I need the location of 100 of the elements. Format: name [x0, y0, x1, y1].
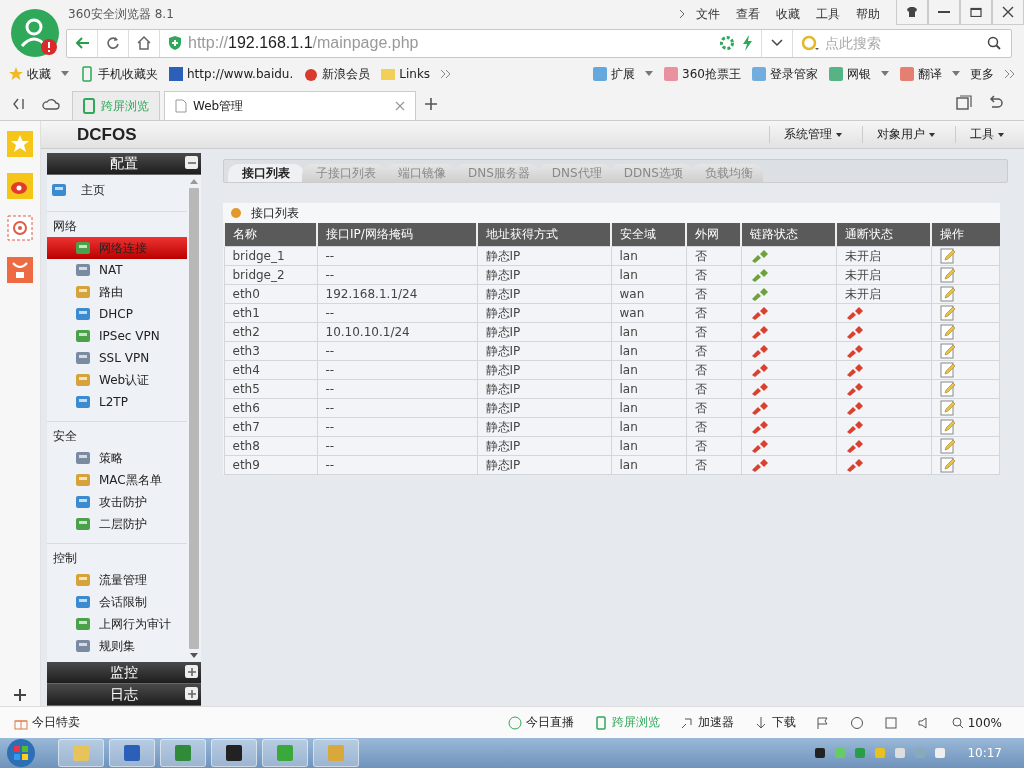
menu-item[interactable]: 收藏: [776, 5, 800, 23]
caret-icon[interactable]: [952, 71, 960, 77]
tray-icon[interactable]: [813, 746, 828, 760]
edit-icon[interactable]: [939, 305, 956, 321]
address-bar[interactable]: http://192.168.1.1/mainpage.php 点此搜索: [66, 28, 1012, 58]
bookmark-item[interactable]: 收藏: [8, 65, 51, 83]
edit-icon[interactable]: [939, 324, 956, 340]
app-menu[interactable]: 工具: [955, 126, 1018, 143]
nav-item[interactable]: MAC黑名单: [47, 469, 187, 491]
close-tab-icon[interactable]: [395, 101, 405, 111]
scrollbar-thumb[interactable]: [189, 188, 199, 649]
edit-icon[interactable]: [939, 267, 956, 283]
status-item[interactable]: 加速器: [679, 714, 734, 731]
nav-item[interactable]: 上网行为审计: [47, 613, 187, 635]
bookmark-item[interactable]: Links: [380, 66, 431, 82]
app-menu[interactable]: 对象用户: [862, 126, 949, 143]
collapse-button[interactable]: [185, 687, 198, 700]
add-icon[interactable]: [13, 688, 27, 702]
mail-button[interactable]: [7, 215, 33, 241]
new-tab-icon[interactable]: [424, 97, 438, 111]
nav-item[interactable]: IPSec VPN: [47, 325, 187, 347]
lightning-icon[interactable]: [741, 35, 753, 51]
toolbar-item[interactable]: 网银: [828, 65, 871, 83]
nav-item[interactable]: 流量管理: [47, 569, 187, 591]
double-chevron-icon[interactable]: [440, 69, 453, 79]
nav-item[interactable]: NAT: [47, 259, 187, 281]
menu-item[interactable]: 查看: [736, 5, 760, 23]
bookmark-item[interactable]: 手机收藏夹: [79, 65, 158, 83]
caret-icon[interactable]: [61, 71, 69, 77]
caret-icon[interactable]: [881, 71, 889, 77]
app-menu[interactable]: 系统管理: [769, 126, 856, 143]
url-text[interactable]: http://192.168.1.1/mainpage.php: [188, 34, 719, 52]
edit-icon[interactable]: [939, 343, 956, 359]
bookmark-item[interactable]: 新浪会员: [303, 65, 371, 83]
menu-item[interactable]: 工具: [816, 5, 840, 23]
edit-icon[interactable]: [939, 419, 956, 435]
windows-icon[interactable]: [956, 95, 972, 111]
square-icon[interactable]: [883, 715, 898, 730]
scroll-down-icon[interactable]: [190, 653, 198, 658]
nav-item[interactable]: L2TP: [47, 391, 187, 413]
page-tab[interactable]: 接口列表: [228, 164, 304, 182]
nav-item[interactable]: 策略: [47, 447, 187, 469]
edit-icon[interactable]: [939, 248, 956, 264]
panel-header[interactable]: 监控: [47, 662, 201, 684]
minimize-button[interactable]: [928, 0, 960, 25]
edit-icon[interactable]: [939, 286, 956, 302]
menu-item[interactable]: 帮助: [856, 5, 880, 23]
nav-item[interactable]: 攻击防护: [47, 491, 187, 513]
flag-icon[interactable]: [815, 715, 830, 730]
close-button[interactable]: [992, 0, 1024, 25]
chevron-icon[interactable]: [678, 8, 686, 20]
table-cell: eth5: [224, 379, 317, 399]
edit-icon[interactable]: [939, 381, 956, 397]
taskbar-app[interactable]: [211, 739, 257, 767]
bookmark-item[interactable]: http://www.baidu.: [168, 66, 294, 82]
panel-header[interactable]: 日志: [47, 684, 201, 706]
cloud-icon[interactable]: [42, 97, 60, 111]
nav-item[interactable]: 规则集: [47, 635, 187, 657]
toolbar-item[interactable]: 登录管家: [751, 65, 818, 83]
nav-item[interactable]: 二层防护: [47, 513, 187, 535]
user-avatar[interactable]: [10, 8, 60, 58]
refresh-ring-icon[interactable]: [719, 35, 735, 51]
nav-item[interactable]: 路由: [47, 281, 187, 303]
status-item[interactable]: 今日特卖: [14, 714, 80, 731]
discount-button[interactable]: [7, 257, 33, 283]
double-chevron-icon[interactable]: [1004, 69, 1016, 79]
collapse-button[interactable]: [185, 665, 198, 678]
panel-header[interactable]: 配置: [47, 153, 201, 175]
toolbar-item[interactable]: 360抢票王: [663, 65, 741, 83]
menu-item[interactable]: 文件: [696, 5, 720, 23]
nav-item[interactable]: 会话限制: [47, 591, 187, 613]
nav-item[interactable]: 主页: [47, 177, 187, 203]
nav-item[interactable]: Web认证: [47, 369, 187, 391]
start-button[interactable]: [6, 738, 36, 768]
edit-icon[interactable]: [939, 438, 956, 454]
table-cell: --: [317, 246, 477, 266]
bookmark-icon: [8, 66, 24, 82]
nav-item[interactable]: SSL VPN: [47, 347, 187, 369]
zoom-level[interactable]: 100%: [951, 715, 1002, 730]
status-item[interactable]: 下载: [753, 714, 796, 731]
browser-icon[interactable]: [849, 715, 864, 730]
nav-item[interactable]: DHCP: [47, 303, 187, 325]
scroll-up-icon[interactable]: [190, 179, 198, 184]
toolbar-item[interactable]: 更多: [970, 65, 994, 83]
undo-icon[interactable]: [988, 95, 1004, 111]
sidebar-toggle-icon[interactable]: [12, 97, 26, 111]
dropdown-caret-icon[interactable]: [770, 38, 784, 48]
skin-button[interactable]: [896, 0, 928, 25]
collapse-button[interactable]: [185, 156, 198, 169]
toolbar-item[interactable]: 扩展: [592, 65, 636, 83]
search-field[interactable]: 点此搜索: [823, 34, 985, 52]
browser-tab[interactable]: Web管理: [164, 91, 416, 120]
status-item[interactable]: 今日直播: [507, 714, 574, 731]
edit-icon[interactable]: [939, 400, 956, 416]
maximize-button[interactable]: [960, 0, 992, 25]
search-icon[interactable]: [987, 36, 1001, 50]
edit-icon[interactable]: [939, 457, 956, 473]
caret-icon[interactable]: [645, 71, 654, 77]
edit-icon[interactable]: [939, 362, 956, 378]
toolbar-item[interactable]: 翻译: [899, 65, 942, 83]
